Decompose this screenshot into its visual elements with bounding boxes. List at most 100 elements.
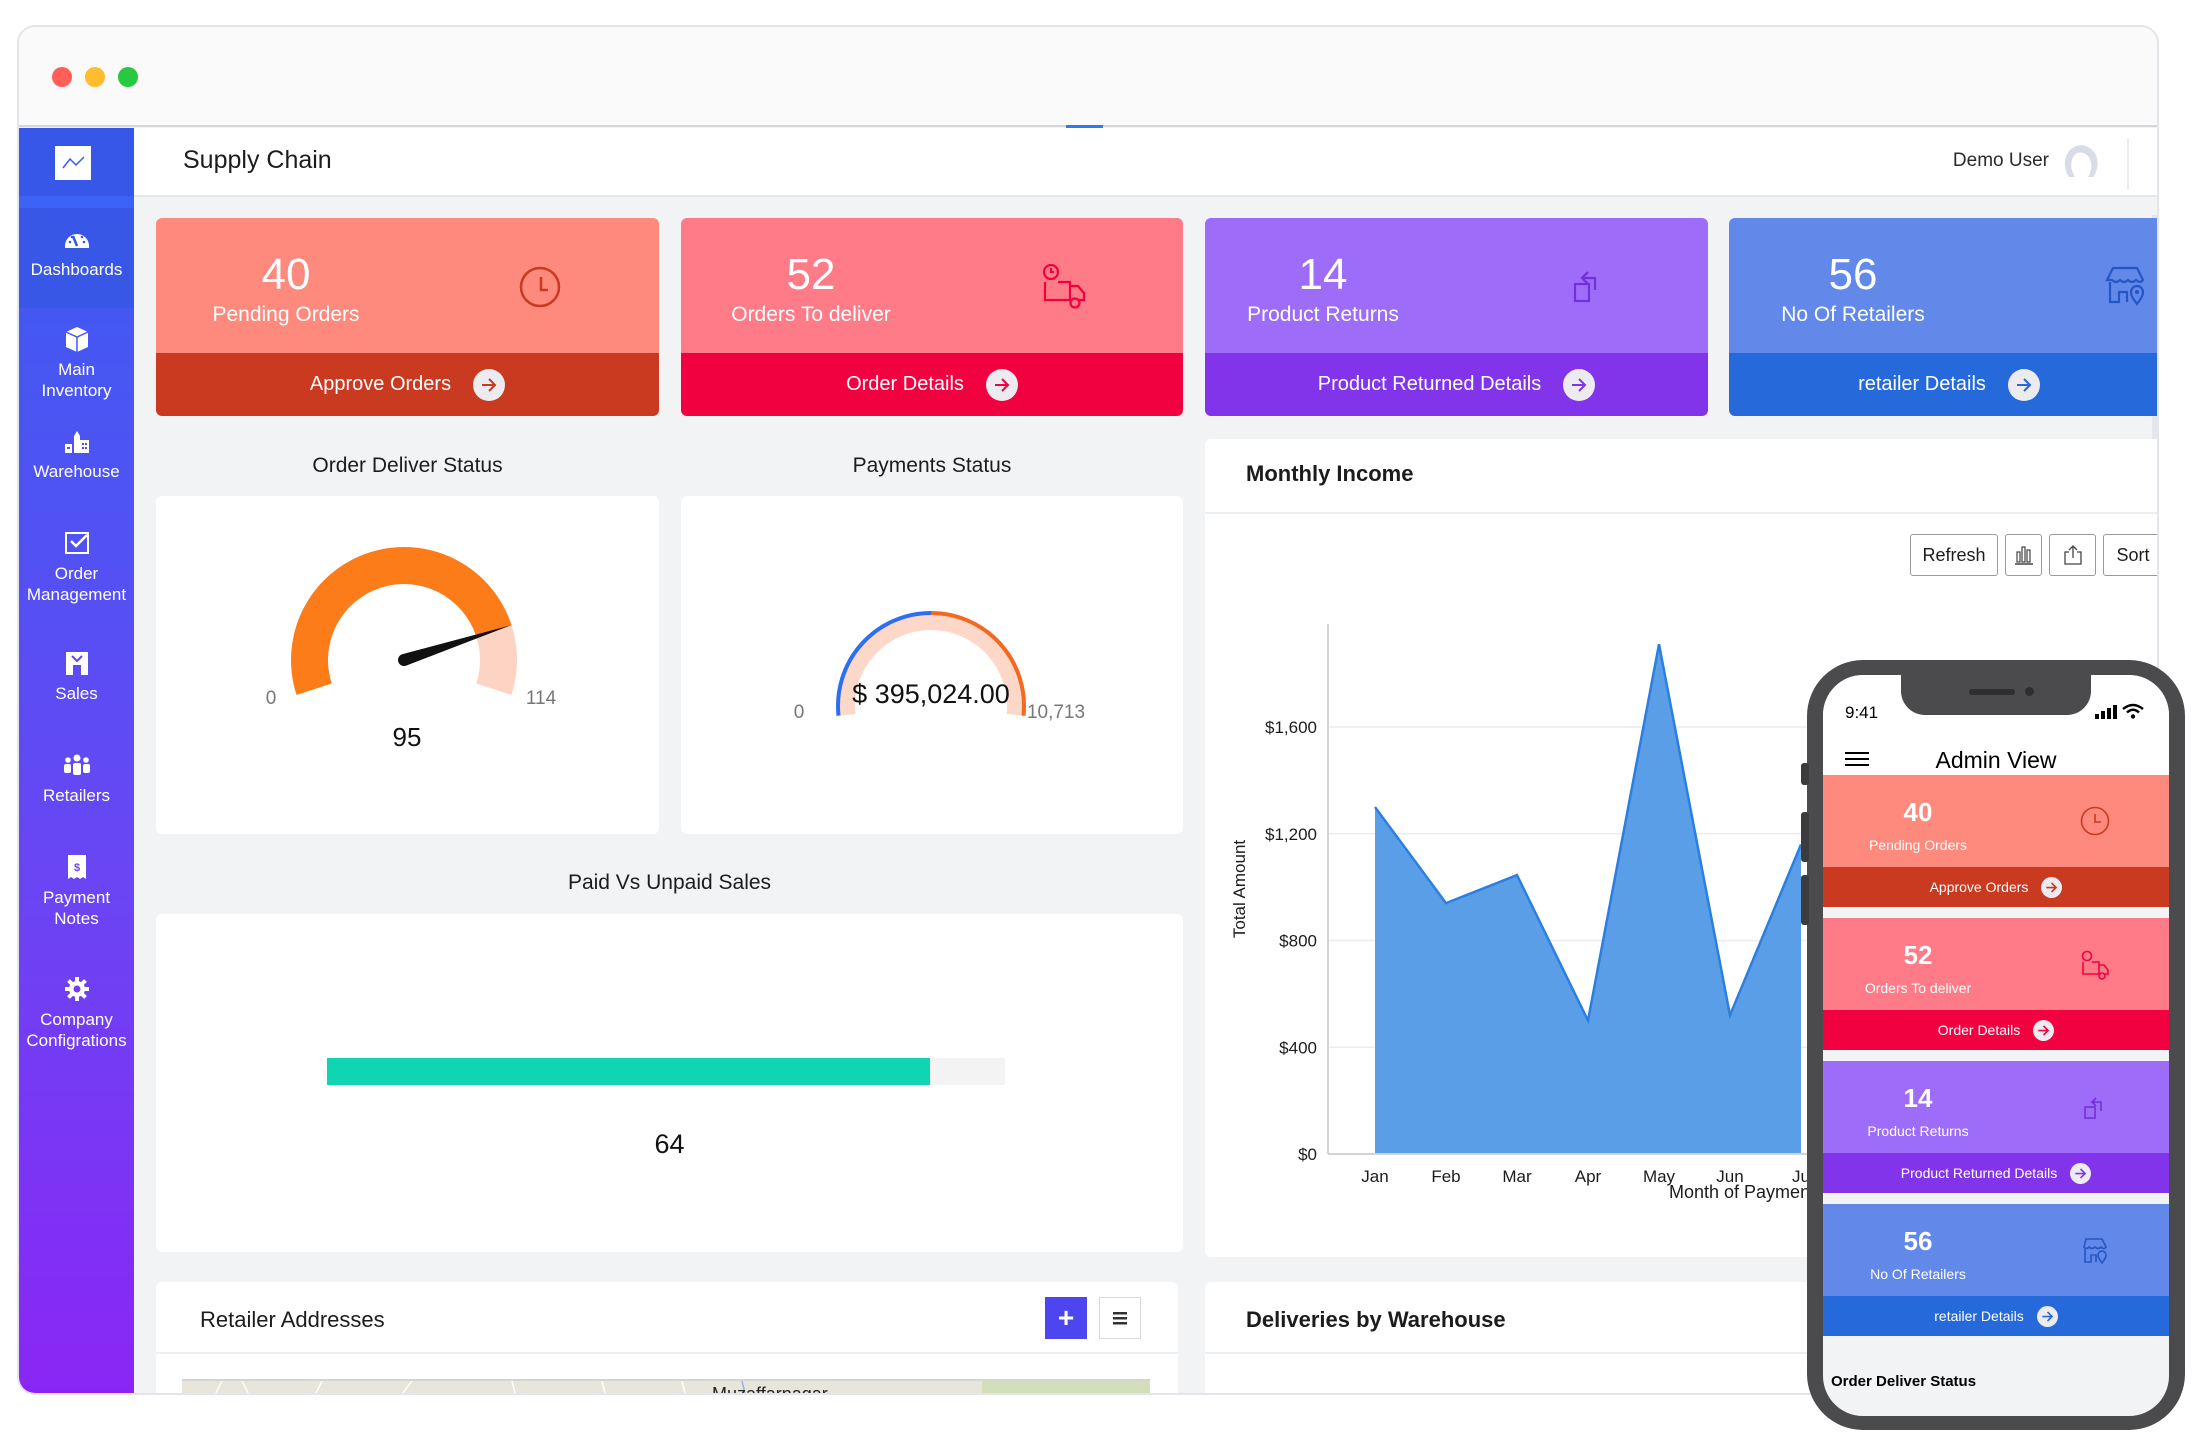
- sidebar-item-warehouse[interactable]: Warehouse: [19, 426, 134, 482]
- stat-card-orders-to-deliver: 52 Orders To deliver Order Details: [681, 218, 1183, 416]
- add-retailer-button[interactable]: +: [1045, 1297, 1087, 1339]
- sidebar-item-company-configurations[interactable]: Company Configrations: [19, 974, 134, 1051]
- gauge-value-label: 95: [393, 722, 422, 752]
- mobile-card-body: 52 Orders To deliver: [1823, 918, 2169, 1010]
- stat-link-label: Approve Orders: [309, 373, 452, 395]
- mobile-card-retailers: 56 No Of Retailers retailer Details: [1823, 1204, 2169, 1336]
- paid-vs-unpaid-title: Paid Vs Unpaid Sales: [567, 871, 772, 894]
- sidebar-item-label: Main Inventory: [41, 360, 112, 400]
- mobile-link-label: Approve Orders: [1929, 879, 2029, 895]
- x-tick-label: Feb: [1431, 1167, 1460, 1186]
- mobile-section-title: Order Deliver Status: [1831, 1373, 1977, 1390]
- sidebar-item-dashboards[interactable]: Dashboards: [19, 208, 134, 308]
- payments-status-panel: 0 10,713 $ 395,024.00: [681, 496, 1183, 834]
- user-name[interactable]: Demo User: [1953, 150, 2049, 172]
- sidebar-item-label: Dashboards: [30, 260, 123, 279]
- mobile-link-label: Order Details: [1937, 1022, 2021, 1038]
- stat-value: 56: [1828, 250, 1878, 299]
- people-icon: [63, 754, 90, 775]
- app-logo[interactable]: [19, 128, 134, 196]
- approve-orders-button[interactable]: Approve Orders: [156, 353, 659, 416]
- mobile-product-returned-details-button[interactable]: Product Returned Details: [1823, 1153, 2169, 1193]
- clock-icon: [519, 266, 561, 308]
- order-deliver-status-title: Order Deliver Status: [312, 454, 503, 477]
- phone-volume-up: [1801, 812, 1809, 862]
- gauge-max-label: 10,713: [1027, 702, 1085, 723]
- stat-card-retailers: 56 No Of Retailers retailer Details: [1729, 218, 2157, 416]
- sidebar-item-payment-notes[interactable]: $ Payment Notes: [19, 852, 134, 929]
- mobile-stat-label: Pending Orders: [1868, 837, 1968, 853]
- gauge-value-label: $ 395,024.00: [852, 679, 1010, 709]
- sidebar-item-label: Sales: [55, 684, 98, 703]
- line-chart-icon: [55, 146, 91, 180]
- checkbox-icon: [64, 532, 89, 554]
- stat-link-label: Order Details: [846, 373, 964, 395]
- sidebar-item-sales[interactable]: Sales: [19, 648, 134, 704]
- signal-icon: [2095, 705, 2117, 719]
- mobile-stat-value: 40: [1903, 797, 1933, 827]
- sidebar-item-main-inventory[interactable]: Main Inventory: [19, 324, 134, 401]
- retailer-details-button[interactable]: retailer Details: [1729, 353, 2157, 416]
- mobile-approve-orders-button[interactable]: Approve Orders: [1823, 867, 2169, 907]
- delivery-truck-icon: [1042, 263, 1086, 309]
- payments-gauge: 0 10,713 $ 395,024.00: [794, 611, 1085, 723]
- arrow-right-icon: [2041, 876, 2063, 898]
- phone-time: 9:41: [1845, 703, 1879, 722]
- order-details-button[interactable]: Order Details: [681, 353, 1183, 416]
- stat-value: 40: [261, 250, 311, 299]
- gauge-min-label: 0: [794, 702, 805, 723]
- mobile-card-pending-orders: 40 Pending Orders Approve Orders: [1823, 775, 2169, 907]
- mobile-stat-label: Product Returns: [1867, 1123, 1969, 1139]
- order-deliver-status-panel: 0 114 95: [156, 496, 659, 834]
- stat-card-body: 52 Orders To deliver: [681, 218, 1183, 353]
- close-window-button[interactable]: [52, 67, 72, 87]
- product-returned-details-button[interactable]: Product Returned Details: [1205, 353, 1708, 416]
- mobile-card-product-returns: 14 Product Returns Product Returned Deta…: [1823, 1061, 2169, 1193]
- phone-speaker: [1969, 689, 2015, 695]
- mobile-card-body: 40 Pending Orders: [1823, 775, 2169, 867]
- sidebar-item-order-management[interactable]: Order Management: [19, 528, 134, 605]
- phone-page-title: Admin View: [1935, 747, 2057, 773]
- order-deliver-gauge: 0 114 95: [266, 547, 557, 752]
- mobile-stat-value: 14: [1903, 1083, 1933, 1113]
- plus-icon: +: [1057, 1302, 1075, 1333]
- arrow-right-icon: [985, 368, 1018, 401]
- mobile-card-body: 56 No Of Retailers: [1823, 1204, 2169, 1296]
- stat-link-label: retailer Details: [1858, 373, 1986, 395]
- phone-camera: [2025, 687, 2034, 696]
- mobile-retailer-details-button[interactable]: retailer Details: [1823, 1296, 2169, 1336]
- y-tick-label: $0: [1298, 1145, 1317, 1164]
- stat-card-body: 14 Product Returns: [1205, 218, 1708, 353]
- store-location-icon: [2083, 1238, 2107, 1265]
- map-roads: [215, 1381, 1150, 1393]
- return-icon: [1573, 271, 1597, 303]
- mobile-link-label: Product Returned Details: [1900, 1165, 2058, 1181]
- maximize-window-button[interactable]: [118, 67, 138, 87]
- stat-label: Orders To deliver: [731, 303, 891, 326]
- sidebar-item-retailers[interactable]: Retailers: [19, 750, 134, 806]
- phone-volume-down: [1801, 875, 1809, 925]
- sidebar-item-label: Company Configrations: [26, 1010, 127, 1050]
- speedometer-icon: [64, 234, 89, 248]
- sidebar: Dashboards Main Inventory Warehouse Orde…: [19, 128, 134, 1393]
- mobile-stat-value: 52: [1903, 940, 1933, 970]
- mobile-order-details-button[interactable]: Order Details: [1823, 1010, 2169, 1050]
- wifi-icon: [2122, 703, 2144, 719]
- sales-icon: [65, 652, 88, 675]
- sidebar-item-label: Retailers: [42, 786, 111, 805]
- retailer-map[interactable]: Muzaffarnagar: [182, 1379, 1150, 1393]
- progress-fill: [327, 1058, 931, 1085]
- minimize-window-button[interactable]: [85, 67, 105, 87]
- avatar[interactable]: [2060, 141, 2102, 183]
- y-tick-label: $800: [1279, 932, 1317, 951]
- panel-divider: [156, 1352, 1178, 1354]
- menu-icon: [1113, 1312, 1127, 1325]
- box-icon: [65, 327, 88, 352]
- list-menu-button[interactable]: [1099, 1297, 1141, 1339]
- sidebar-item-label: Payment Notes: [42, 888, 111, 928]
- x-tick-label: Mar: [1502, 1167, 1532, 1186]
- payments-status-title: Payments Status: [852, 454, 1012, 477]
- store-location-icon: [2105, 266, 2145, 306]
- sidebar-active-indicator: [19, 196, 134, 208]
- sidebar-item-label: Order Management: [26, 564, 127, 604]
